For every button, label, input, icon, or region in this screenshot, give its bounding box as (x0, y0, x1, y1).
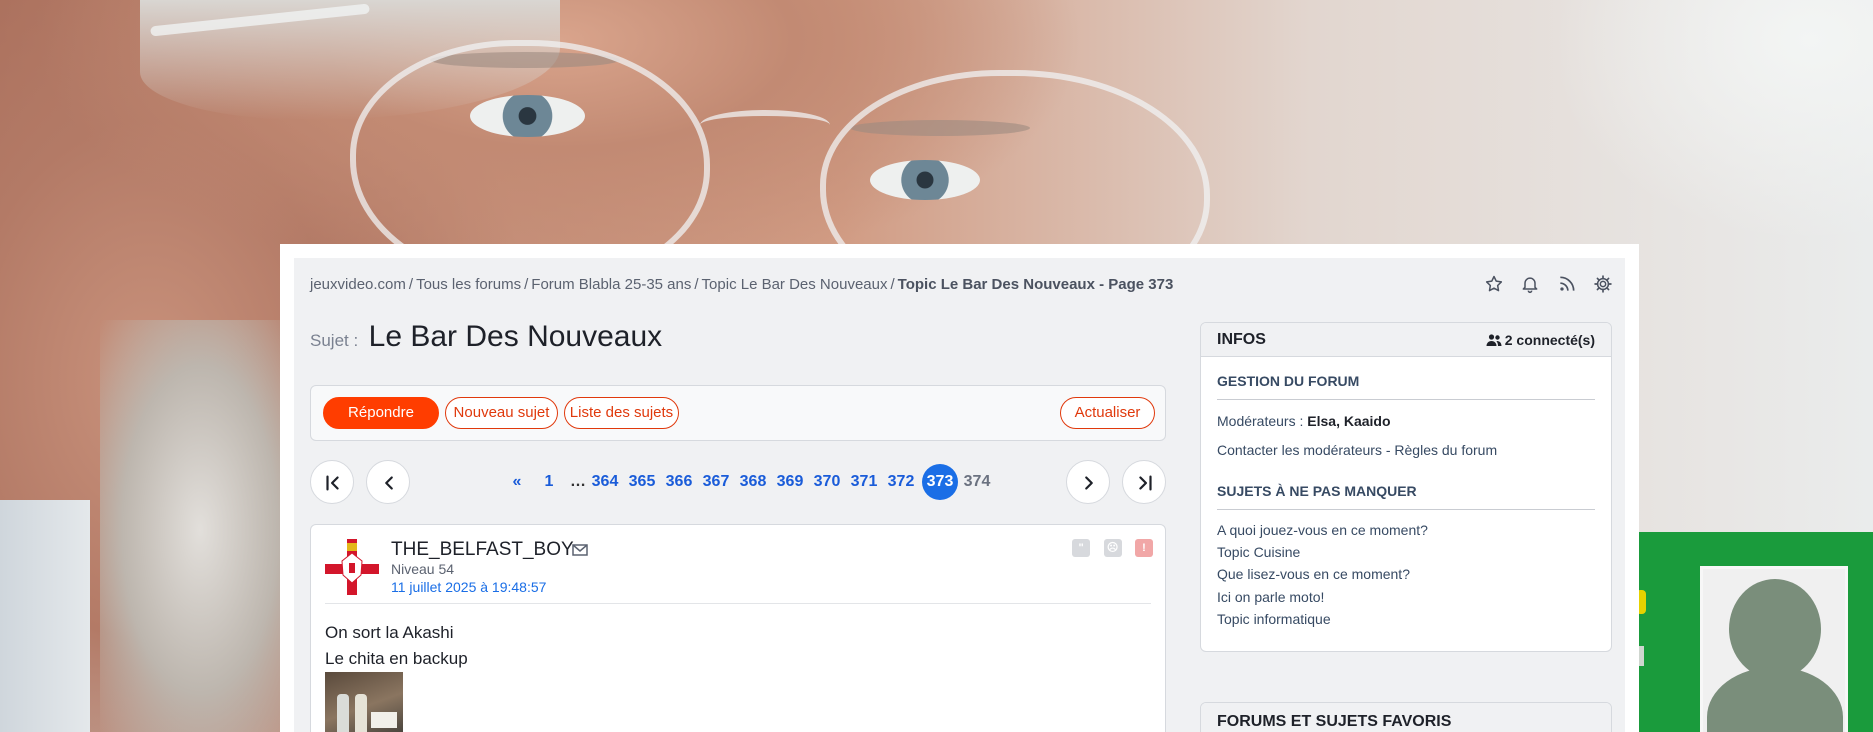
pagination: « 1 … 364 365 366 367 368 369 370 371 37… (310, 460, 1166, 506)
breadcrumb-separator: / (408, 276, 414, 293)
moderators-line: Modérateurs : Elsa, Kaaido (1217, 413, 1391, 429)
image-detail (355, 694, 367, 732)
page-ellipsis: … (570, 473, 586, 490)
report-icon[interactable]: ! (1135, 539, 1153, 557)
page-link[interactable]: 366 (664, 460, 694, 504)
breadcrumb-item[interactable]: Forum Blabla 25-35 ans (531, 276, 691, 293)
connected-text: 2 connecté(s) (1504, 332, 1595, 348)
page-link-first[interactable]: « (508, 460, 526, 504)
star-icon[interactable] (1484, 274, 1506, 296)
favorites-title: FORUMS ET SUJETS FAVORIS (1217, 713, 1452, 730)
post-date[interactable]: 11 juillet 2025 à 19:48:57 (391, 579, 546, 595)
background-glasses-bridge (700, 110, 830, 140)
breadcrumb-separator: / (524, 276, 529, 293)
contact-moderators-link[interactable]: Contacter les modérateurs - Règles du fo… (1217, 442, 1497, 458)
avatar-head-shape (1729, 579, 1821, 679)
topic-label: Sujet : (310, 331, 359, 350)
must-see-topic-link[interactable]: Topic informatique (1217, 611, 1331, 627)
first-page-icon (326, 475, 339, 491)
image-detail (371, 712, 397, 728)
forum-management-title: GESTION DU FORUM (1217, 373, 1360, 389)
must-see-title: SUJETS À NE PAS MANQUER (1217, 483, 1417, 499)
next-page-button[interactable] (1066, 460, 1110, 504)
rss-icon[interactable] (1557, 274, 1579, 296)
last-page-icon (1139, 475, 1152, 491)
bell-icon[interactable] (1520, 274, 1542, 296)
page-container: jeuxvideo.com / Tous les forums / Forum Blab… (280, 244, 1639, 732)
first-page-button[interactable] (310, 460, 354, 504)
page-link[interactable]: 364 (590, 460, 620, 504)
page-link[interactable]: 367 (701, 460, 731, 504)
background-collar (0, 500, 90, 732)
must-see-topic-link[interactable]: Que lisez-vous en ce moment? (1217, 566, 1410, 582)
mail-icon[interactable] (571, 541, 589, 559)
northern-ireland-flag-icon (325, 539, 379, 595)
forum-post: THE_BELFAST_BOY Niveau 54 11 juillet 202… (310, 524, 1166, 732)
action-bar: Répondre Nouveau sujet Liste des sujets … (310, 385, 1166, 441)
chevron-left-icon (385, 476, 393, 490)
topic-list-button[interactable]: Liste des sujets (564, 397, 679, 429)
post-author[interactable]: THE_BELFAST_BOY (391, 539, 574, 561)
page-title: Le Bar Des Nouveaux (368, 320, 663, 353)
section-divider (1217, 399, 1595, 400)
gear-icon[interactable] (1593, 274, 1615, 296)
post-text-line: Le chita en backup (325, 649, 468, 668)
page-link[interactable]: 365 (627, 460, 657, 504)
breadcrumb-separator: / (694, 276, 699, 293)
page-link[interactable]: 374 (962, 460, 992, 504)
page-link[interactable]: 1 (540, 460, 558, 504)
moderators-names[interactable]: Elsa, Kaaido (1307, 413, 1390, 429)
page-link[interactable]: 371 (849, 460, 879, 504)
favorites-header: FORUMS ET SUJETS FAVORIS (1201, 703, 1611, 732)
breadcrumb-current: Topic Le Bar Des Nouveaux - Page 373 (897, 276, 1174, 293)
breadcrumb-separator: / (890, 276, 895, 293)
moderators-label: Modérateurs : (1217, 413, 1304, 429)
page-numbers: « 1 … 364 365 366 367 368 369 370 371 37… (500, 460, 1000, 504)
refresh-button[interactable]: Actualiser (1060, 397, 1155, 429)
infos-card: INFOS 2 connecté(s) GESTION DU FORUM Mod… (1200, 322, 1612, 652)
image-detail (337, 694, 349, 732)
last-page-button[interactable] (1122, 460, 1166, 504)
infos-title: INFOS (1217, 331, 1266, 348)
author-avatar[interactable] (325, 539, 379, 595)
must-see-topic-link[interactable]: Topic Cuisine (1217, 544, 1300, 560)
infos-header: INFOS 2 connecté(s) (1201, 323, 1611, 357)
author-level: Niveau 54 (391, 561, 455, 577)
page-link[interactable]: 370 (812, 460, 842, 504)
page-link[interactable]: 369 (775, 460, 805, 504)
breadcrumb-item[interactable]: Topic Le Bar Des Nouveaux (702, 276, 888, 293)
breadcrumb: jeuxvideo.com / Tous les forums / Forum Blab… (310, 276, 1173, 296)
previous-page-button[interactable] (366, 460, 410, 504)
page-link[interactable]: 368 (738, 460, 768, 504)
connected-count: 2 connecté(s) (1486, 332, 1595, 348)
must-see-topic-link[interactable]: Ici on parle moto! (1217, 589, 1324, 605)
quote-icon[interactable]: " (1072, 539, 1091, 557)
must-see-topic-link[interactable]: A quoi jouez-vous en ce moment? (1217, 522, 1428, 538)
background-beard (100, 320, 300, 732)
topic-heading: Sujet : Le Bar Des Nouveaux (310, 320, 662, 354)
favorites-card: FORUMS ET SUJETS FAVORIS (1200, 702, 1612, 732)
current-page: 373 (922, 464, 958, 500)
breadcrumb-item[interactable]: jeuxvideo.com (310, 276, 406, 293)
forum-content: jeuxvideo.com / Tous les forums / Forum Blab… (294, 258, 1625, 732)
new-topic-button[interactable]: Nouveau sujet (445, 397, 558, 429)
post-text-line: On sort la Akashi (325, 623, 454, 642)
topic-toolbar (1474, 274, 1615, 298)
chevron-right-icon (1085, 476, 1093, 490)
reply-button[interactable]: Répondre (323, 397, 439, 429)
post-divider (325, 603, 1151, 604)
breadcrumb-item[interactable]: Tous les forums (416, 276, 521, 293)
section-divider (1217, 509, 1595, 510)
avatar-body-shape (1707, 667, 1843, 732)
post-tools: " ☹ ! (1063, 539, 1153, 557)
ad-avatar-placeholder[interactable] (1700, 566, 1848, 732)
block-icon[interactable]: ☹ (1103, 539, 1122, 557)
page-link[interactable]: 372 (886, 460, 916, 504)
post-image-thumbnail[interactable] (325, 672, 403, 732)
users-icon (1486, 334, 1502, 346)
